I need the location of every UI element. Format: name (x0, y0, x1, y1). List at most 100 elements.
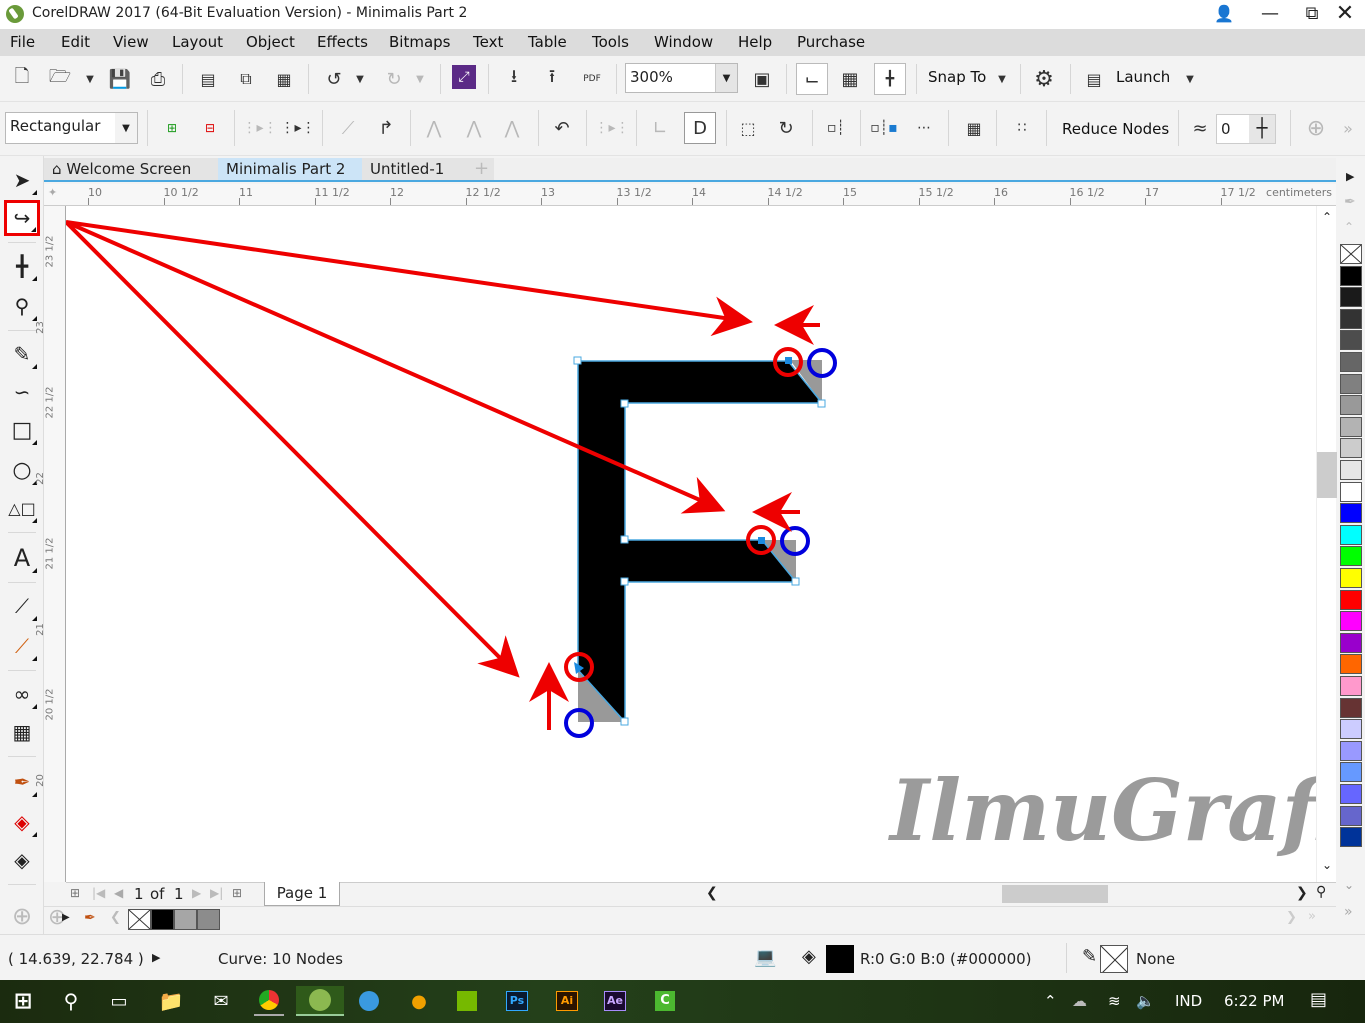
color-swatch[interactable] (1340, 352, 1362, 372)
color-swatch[interactable] (1340, 416, 1362, 437)
cut-icon[interactable]: ▤ (194, 65, 222, 93)
selected-node[interactable] (785, 357, 792, 364)
doc-palette-scroll-right-icon[interactable]: ❯ (1286, 910, 1297, 925)
node[interactable] (573, 356, 582, 365)
undo-icon[interactable]: ↺ (320, 65, 348, 93)
color-swatch[interactable] (1340, 676, 1362, 696)
align-nodes-icon[interactable]: ▫┊ (822, 114, 850, 142)
cusp-node-icon[interactable]: ⋀ (420, 114, 448, 142)
color-swatch[interactable] (1340, 784, 1362, 804)
undo-dropdown-icon[interactable]: ▼ (346, 65, 374, 93)
color-swatch[interactable] (1340, 654, 1362, 675)
show-hidden-icons-icon[interactable]: ⌃ (1044, 992, 1057, 1010)
show-guidelines-icon[interactable]: ╋ (874, 63, 906, 95)
color-swatch[interactable] (1340, 719, 1362, 740)
join-nodes-icon[interactable]: ⋮▸⋮ (242, 114, 277, 142)
snap-to-label[interactable]: Snap To (928, 68, 986, 86)
menu-effects[interactable]: Effects (317, 33, 368, 51)
menu-text[interactable]: Text (473, 33, 503, 51)
menu-table[interactable]: Table (528, 33, 567, 51)
node[interactable] (620, 535, 629, 544)
palette-scroll-down-icon[interactable]: ⌄ (1344, 878, 1354, 892)
smart-fill-tool-icon[interactable]: ◈ (6, 844, 38, 876)
color-swatch[interactable] (1340, 481, 1362, 502)
rotate-skew-nodes-icon[interactable]: ↻ (772, 114, 800, 142)
menu-file[interactable]: File (10, 33, 35, 51)
document-color-swatch[interactable] (174, 909, 197, 930)
more-icon[interactable]: » (1334, 114, 1362, 142)
launch-dropdown-icon[interactable]: ▼ (1176, 65, 1204, 93)
new-tab-icon[interactable]: + (468, 158, 494, 180)
snap-to-dropdown-icon[interactable]: ▼ (988, 65, 1016, 93)
palette-flyout-icon[interactable]: ▶ (1346, 170, 1354, 183)
account-icon[interactable]: 👤 (1204, 2, 1244, 26)
new-document-icon[interactable]: 🗋 (8, 65, 36, 93)
node[interactable] (791, 577, 800, 586)
extend-curve-to-close-icon[interactable]: ∟ (646, 114, 674, 142)
color-eyedropper-tool-icon[interactable]: ✒ (6, 766, 38, 798)
node[interactable] (620, 717, 629, 726)
full-screen-icon[interactable]: ▣ (748, 65, 776, 93)
fill-color-swatch[interactable] (826, 945, 854, 973)
next-page-icon[interactable]: ▶ (192, 886, 201, 900)
prev-page-icon[interactable]: ◀ (114, 886, 123, 900)
menu-layout[interactable]: Layout (172, 33, 223, 51)
mail-icon[interactable]: ✉ (206, 986, 236, 1016)
import-icon[interactable]: ⭳ (500, 65, 528, 93)
color-swatch[interactable] (1340, 503, 1362, 524)
redo-icon[interactable]: ↻ (380, 65, 408, 93)
nvidia-icon[interactable] (452, 986, 482, 1016)
outline-none-swatch[interactable] (1100, 945, 1128, 973)
camtasia-icon[interactable]: C (650, 986, 680, 1016)
blend-tool-icon[interactable]: ∞ (6, 678, 38, 710)
selected-node[interactable] (758, 537, 765, 544)
zoom-navigator-icon[interactable]: ⚲ (1316, 884, 1326, 900)
app-blue-icon[interactable] (354, 986, 384, 1016)
menu-tools[interactable]: Tools (592, 33, 629, 51)
add-node-icon[interactable]: ⊞ (158, 114, 186, 142)
color-swatch[interactable] (1340, 373, 1362, 394)
illustrator-icon[interactable]: Ai (552, 986, 582, 1016)
color-swatch[interactable] (1340, 308, 1362, 329)
stretch-scale-nodes-icon[interactable]: ⬚ (734, 114, 762, 142)
color-swatch[interactable] (1340, 740, 1362, 761)
ellipse-tool-icon[interactable]: ○ (6, 454, 38, 486)
reflect-vertical-icon[interactable]: ⋯ (910, 114, 938, 142)
color-proofing-icon[interactable]: 💻 (754, 947, 776, 968)
rectangle-tool-icon[interactable]: □ (6, 414, 38, 446)
tab-minimalis-part-2[interactable]: Minimalis Part 2 (218, 158, 362, 180)
add-tool-icon[interactable]: ⊕ (6, 900, 38, 932)
horizontal-ruler[interactable]: ✦ 10 10 1/2 11 11 1/2 12 12 1/2 13 13 1/2 14 14 1… (44, 184, 1336, 206)
freehand-tool-icon[interactable]: ✎ (6, 338, 38, 370)
to-curve-icon[interactable]: ↱ (372, 114, 400, 142)
language-indicator[interactable]: IND (1175, 992, 1202, 1010)
chevron-down-icon[interactable]: ▼ (715, 64, 737, 92)
reverse-direction-icon[interactable]: ↶ (548, 114, 576, 142)
symmetrical-node-icon[interactable]: ⋀ (498, 114, 526, 142)
color-swatch[interactable] (1340, 762, 1362, 783)
windows-start-icon[interactable]: ⊞ (8, 986, 38, 1016)
parallel-dimension-tool-icon[interactable]: ⟋ (6, 590, 38, 622)
node[interactable] (817, 399, 826, 408)
crop-tool-icon[interactable]: ╋ (6, 250, 38, 282)
clock[interactable]: 6:22 PM (1224, 992, 1284, 1010)
color-swatch[interactable] (1340, 330, 1362, 351)
menu-window[interactable]: Window (654, 33, 713, 51)
coreldraw-taskbar-icon[interactable] (296, 986, 344, 1016)
launch-label[interactable]: Launch (1116, 68, 1170, 86)
color-swatch[interactable] (1340, 827, 1362, 848)
node[interactable] (620, 399, 629, 408)
export-icon[interactable]: ⭱ (538, 65, 566, 93)
doc-palette-eyedropper-icon[interactable]: ✒ (84, 910, 96, 926)
volume-icon[interactable]: 🔈 (1136, 992, 1155, 1010)
selection-mode-combo[interactable]: Rectangular ▼ (5, 112, 138, 144)
chrome-icon[interactable] (254, 986, 284, 1016)
chevron-down-icon[interactable]: ▼ (115, 113, 137, 143)
after-effects-icon[interactable]: Ae (600, 986, 630, 1016)
launch-icon[interactable]: ▤ (1080, 65, 1108, 93)
node[interactable] (620, 577, 629, 586)
transparency-tool-icon[interactable]: ▦ (6, 716, 38, 748)
last-page-icon[interactable]: ▶| (210, 886, 223, 900)
file-explorer-icon[interactable]: 📁 (156, 986, 186, 1016)
gear-icon[interactable]: ⚙ (1030, 65, 1058, 93)
